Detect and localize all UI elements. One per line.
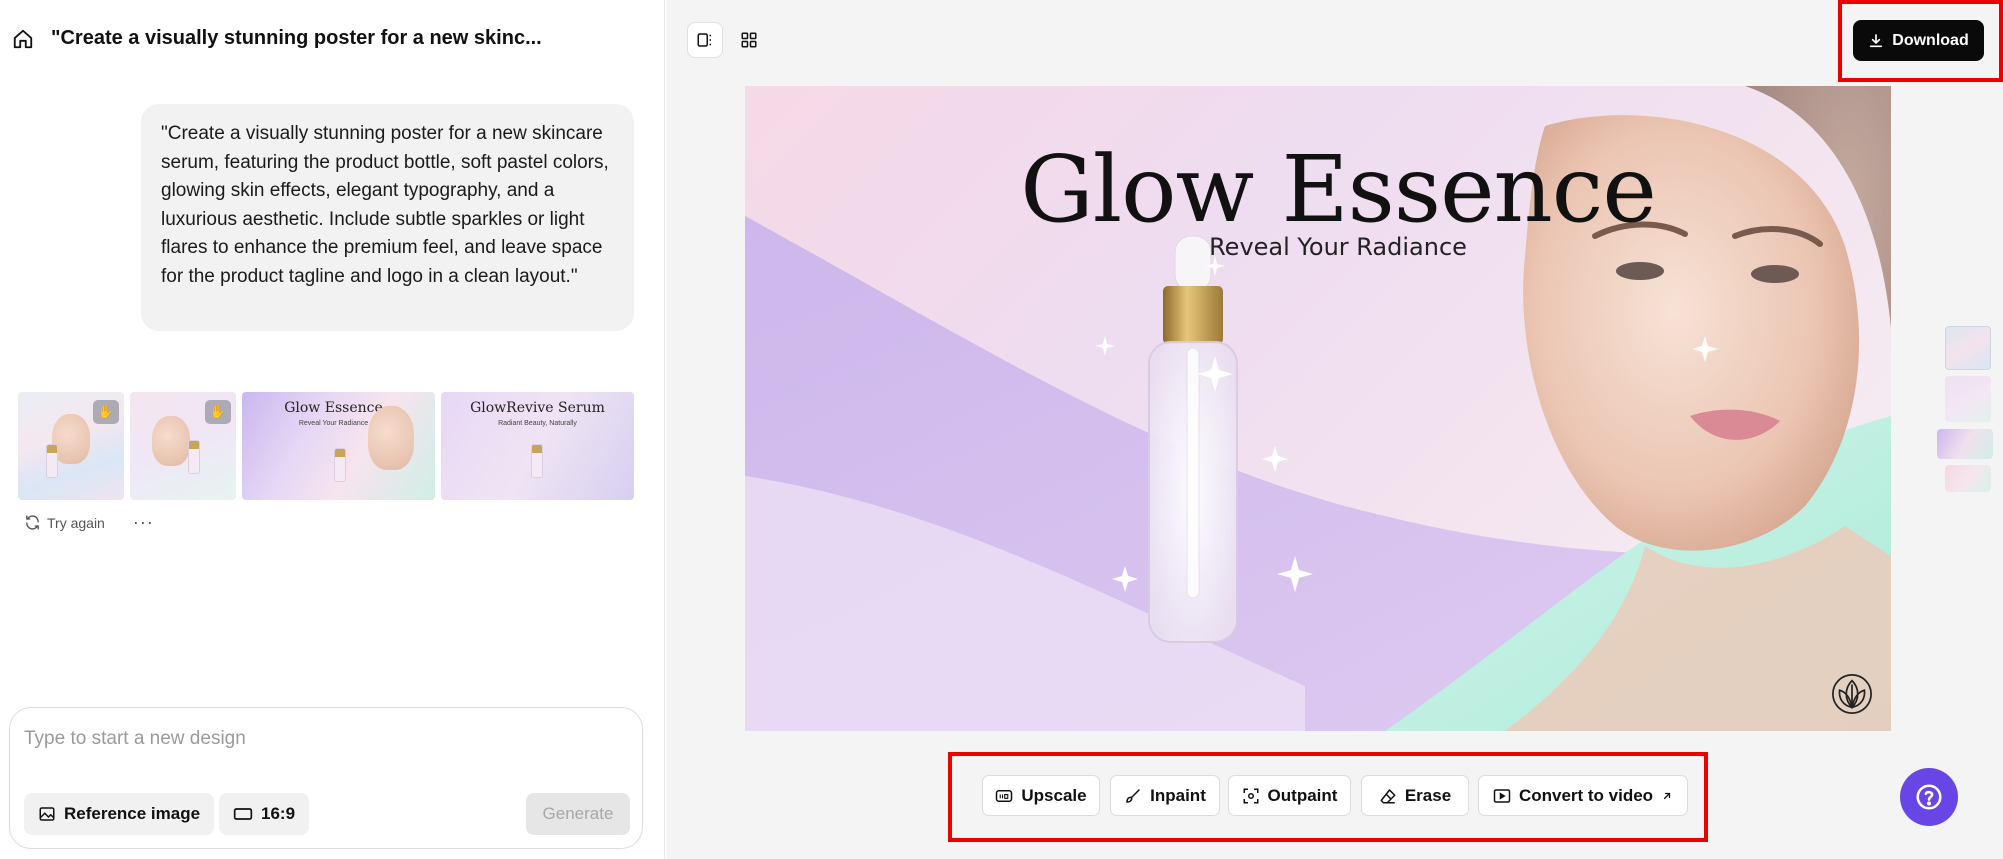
panel-view-icon [697, 33, 711, 47]
download-button[interactable]: Download [1853, 20, 1984, 61]
aspect-ratio-button[interactable]: 16:9 [219, 793, 310, 835]
result-thumbnail[interactable]: ✋ [18, 392, 124, 500]
result-thumbnail[interactable]: GlowRevive Serum Radiant Beauty, Natural… [441, 392, 634, 500]
poster-title: Glow Essence [1020, 136, 1657, 243]
help-button[interactable] [1900, 768, 1958, 826]
help-icon [1916, 784, 1942, 810]
home-button[interactable] [10, 26, 36, 52]
grid-icon [741, 32, 757, 48]
result-actions: Try again ··· [24, 512, 154, 533]
upscale-label: Upscale [1021, 785, 1087, 805]
inpaint-label: Inpaint [1150, 785, 1206, 805]
try-again-button[interactable]: Try again [24, 514, 105, 531]
try-again-label: Try again [47, 514, 105, 531]
image-icon [39, 807, 55, 821]
filmstrip-thumbnail[interactable] [1945, 376, 1991, 422]
grid-view-button[interactable] [731, 22, 767, 58]
chat-header: "Create a visually stunning poster for a… [0, 0, 665, 80]
erase-label: Erase [1404, 785, 1452, 805]
home-icon [13, 29, 33, 49]
filmstrip-thumbnail[interactable] [1945, 326, 1991, 370]
thumb-bottle [188, 440, 200, 474]
external-arrow-icon [1663, 792, 1671, 799]
filmstrip-thumbnail[interactable] [1945, 465, 1991, 492]
composer: Reference image 16:9 Generate [9, 707, 643, 849]
convert-to-video-label: Convert to video [1518, 785, 1654, 805]
hand-icon[interactable]: ✋ [205, 400, 231, 424]
convert-to-video-button[interactable]: Convert to video [1478, 775, 1688, 816]
outpaint-button[interactable]: Outpaint [1228, 775, 1351, 816]
poster-canvas[interactable]: Glow Essence Reveal Your Radiance [745, 86, 1891, 731]
outpaint-label: Outpaint [1267, 785, 1338, 805]
prompt-input[interactable] [24, 724, 624, 754]
thumb-bottle [334, 448, 346, 482]
filmstrip-thumbnail[interactable] [1937, 429, 1993, 459]
outpaint-icon [1243, 788, 1259, 803]
download-label: Download [1892, 31, 1969, 49]
download-icon [1870, 33, 1883, 47]
hand-icon[interactable]: ✋ [93, 400, 119, 424]
thumb-portrait [152, 416, 190, 466]
thumb-bottle [46, 444, 58, 478]
more-options-button[interactable]: ··· [133, 512, 154, 533]
result-thumbnails: ✋ ✋ Glow Essence Reveal Your Radiance Gl… [18, 392, 634, 500]
ratio-icon [233, 808, 253, 820]
inpaint-button[interactable]: Inpaint [1110, 775, 1220, 816]
single-view-button[interactable] [687, 22, 723, 58]
video-icon [1493, 788, 1511, 803]
eraser-icon [1380, 788, 1396, 803]
refresh-icon [26, 515, 39, 530]
poster-subtitle: Reveal Your Radiance [1209, 233, 1467, 261]
aspect-ratio-label: 16:9 [261, 804, 296, 823]
prompt-bubble: "Create a visually stunning poster for a… [141, 104, 634, 331]
leaf-logo-icon [1832, 674, 1872, 714]
generate-button[interactable]: Generate [526, 793, 630, 835]
thumb-title: GlowRevive Serum [470, 400, 605, 416]
result-thumbnail[interactable]: Glow Essence Reveal Your Radiance [242, 392, 435, 500]
thumb-portrait [368, 406, 414, 470]
upscale-button[interactable]: Upscale [982, 775, 1100, 816]
upscale-icon [996, 789, 1013, 802]
erase-button[interactable]: Erase [1361, 775, 1469, 816]
reference-image-label: Reference image [64, 804, 201, 823]
thumb-subtitle: Radiant Beauty, Naturally [498, 420, 577, 427]
thumb-bottle [531, 444, 543, 478]
chat-panel: "Create a visually stunning poster for a… [0, 0, 665, 859]
page-title: "Create a visually stunning poster for a… [51, 27, 542, 49]
brush-icon [1126, 788, 1140, 803]
result-thumbnail[interactable]: ✋ [130, 392, 236, 500]
reference-image-button[interactable]: Reference image [24, 793, 215, 835]
